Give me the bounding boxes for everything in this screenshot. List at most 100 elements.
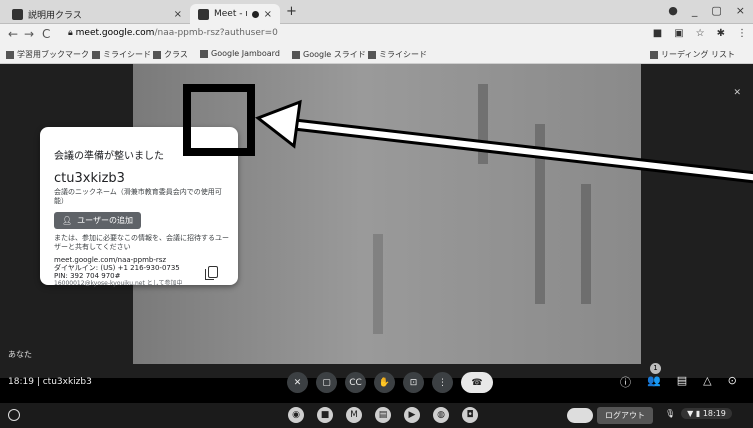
mic-off-indicator-icon: ✕ <box>733 88 741 98</box>
files-app-icon[interactable]: ■ <box>317 407 333 423</box>
address-bar-row: ← → C 🔒︎ meet.google.com/naa-ppmb-rsz?au… <box>0 24 753 46</box>
omnibar-actions: ■ ▣ ☆ ✱ ⋮ <box>653 28 747 39</box>
meet-side-actions: ⓘ 👥 ▤ △ ⊙ <box>620 374 737 390</box>
forward-icon[interactable]: → <box>24 27 34 41</box>
url-host: meet.google.com <box>75 28 155 38</box>
meeting-nickname: 会議のニックネーム（滑兼市教育委員会内での使用可能） <box>54 188 222 205</box>
dial-in: ダイヤルイン: (US) +1 216-930-0735 <box>54 264 180 272</box>
youtube-app-icon[interactable]: ▶ <box>404 407 420 423</box>
reload-icon[interactable]: C <box>42 27 50 41</box>
bookmark-icon <box>292 50 300 59</box>
back-icon[interactable]: ← <box>8 27 18 41</box>
video-feed-detail <box>535 124 545 304</box>
activities-icon[interactable]: △ <box>703 374 711 390</box>
browser-tab-bar: 説明用クラス × Meet - naa-ppmb-rsz × + ● _ ▢ × <box>0 0 753 24</box>
tab-close-icon[interactable]: × <box>264 9 272 20</box>
highlight-frame <box>183 84 255 156</box>
present-button[interactable]: ⊡ <box>403 372 424 393</box>
captions-button[interactable]: CC <box>345 372 366 393</box>
url-field[interactable]: 🔒︎ meet.google.com/naa-ppmb-rsz?authuser… <box>68 28 278 38</box>
add-user-button[interactable]: 👤︎ ユーザーの追加 <box>54 212 141 229</box>
gmail-app-icon[interactable]: M <box>346 407 362 423</box>
raise-hand-button[interactable]: ✋ <box>374 372 395 393</box>
leave-call-button[interactable]: ☎ <box>461 372 493 393</box>
video-feed-detail <box>478 84 488 164</box>
camera-toggle-button[interactable]: ▢ <box>316 372 337 393</box>
more-options-button[interactable]: ⋮ <box>432 372 453 393</box>
bookmarks-bar: 学習用ブックマーク ミライシード クラス Google Jamboard Goo… <box>0 46 753 64</box>
meet-icon <box>198 8 209 20</box>
menu-icon[interactable]: ⋮ <box>737 28 747 39</box>
people-icon[interactable]: 👥 <box>647 374 661 390</box>
participants-count-badge: 1 <box>650 363 661 374</box>
joined-as: 16000012@kyose-kyouiku.net として参加中 <box>54 280 183 287</box>
bookmark-item[interactable]: ミライシード <box>92 49 151 60</box>
bookmark-icon <box>200 49 208 58</box>
cast-icon[interactable]: ▣ <box>674 28 683 39</box>
chromeos-shelf: ◉ ■ M ▤ ▶ ◍ ◘ ログアウト 🎙︎ ▼ ▮ 18:19 <box>0 403 753 428</box>
meeting-link[interactable]: meet.google.com/naa-ppmb-rsz <box>54 256 183 264</box>
maximize-button[interactable]: ▢ <box>711 4 721 17</box>
add-person-icon: 👤︎ <box>62 216 73 225</box>
meet-stage: ✕ あなた 会議の準備が整いました × ctu3xkizb3 会議のニックネーム… <box>0 64 753 378</box>
clock-time: 18:19 <box>8 377 34 387</box>
camera-icon[interactable]: ■ <box>653 28 662 39</box>
join-info: meet.google.com/naa-ppmb-rsz ダイヤルイン: (US… <box>54 256 183 288</box>
add-user-label: ユーザーの追加 <box>77 216 133 225</box>
bookmark-item[interactable]: クラス <box>153 49 188 60</box>
self-label: あなた <box>8 350 32 359</box>
new-tab-button[interactable]: + <box>286 4 297 19</box>
camera-app-icon[interactable]: ◘ <box>462 407 478 423</box>
shelf-apps: ◉ ■ M ▤ ▶ ◍ ◘ <box>288 407 478 423</box>
window-controls: ● _ ▢ × <box>668 4 745 17</box>
video-feed-detail <box>373 234 383 334</box>
info-icon[interactable]: ⓘ <box>620 374 631 390</box>
palette-app-icon[interactable]: ◍ <box>433 407 449 423</box>
video-feed-detail <box>581 184 591 304</box>
meeting-code: ctu3xkizb3 <box>54 171 125 186</box>
bookmark-star-icon[interactable]: ☆ <box>696 28 705 39</box>
copy-icon[interactable] <box>205 266 218 280</box>
reading-list-icon <box>650 50 658 59</box>
bookmark-icon <box>92 50 100 59</box>
bookmark-icon <box>368 50 376 59</box>
tab-meet[interactable]: Meet - naa-ppmb-rsz × <box>190 4 280 24</box>
chrome-app-icon[interactable]: ◉ <box>288 407 304 423</box>
share-instructions: または、参加に必要なこの情報を、会議に招待するユーザーと共有してください <box>54 234 229 251</box>
clock-separator: | <box>36 377 40 387</box>
status-area[interactable]: ▼ ▮ 18:19 <box>681 408 732 419</box>
meeting-clock: 18:19 | ctu3xkizb3 <box>8 377 92 387</box>
bookmark-item[interactable]: Google Jamboard <box>200 49 280 58</box>
card-title: 会議の準備が整いました <box>54 151 164 162</box>
launcher-icon[interactable] <box>8 409 20 421</box>
status-tray[interactable]: 🎙︎ ▼ ▮ 18:19 <box>665 408 732 419</box>
battery-icon: ▮ <box>695 409 701 418</box>
clock-meeting-code: ctu3xkizb3 <box>42 377 92 387</box>
bookmark-item[interactable]: ミライシード <box>368 49 427 60</box>
minimize-button[interactable]: _ <box>692 4 698 17</box>
logout-button[interactable]: ログアウト <box>597 407 653 424</box>
bookmark-icon <box>153 50 161 59</box>
mic-icon: 🎙︎ <box>665 409 676 418</box>
docs-app-icon[interactable]: ▤ <box>375 407 391 423</box>
lock-icon: 🔒︎ <box>68 28 76 38</box>
close-window-button[interactable]: × <box>736 4 745 17</box>
bookmark-item[interactable]: Google スライド <box>292 49 366 60</box>
reading-list[interactable]: リーディング リスト <box>650 49 735 60</box>
tray-time: 18:19 <box>702 409 726 418</box>
tab-close-icon[interactable]: × <box>174 9 182 20</box>
extensions-icon[interactable]: ✱ <box>717 28 725 39</box>
host-controls-icon[interactable]: ⊙ <box>728 374 737 390</box>
tab-class[interactable]: 説明用クラス × <box>4 4 190 24</box>
tab-title: Meet - naa-ppmb-rsz <box>214 9 247 19</box>
classroom-icon <box>12 8 23 20</box>
pin: PIN: 392 704 970# <box>54 272 121 280</box>
mic-toggle-button[interactable]: ✕ <box>287 372 308 393</box>
input-method-icon[interactable] <box>567 408 593 423</box>
url-path: /naa-ppmb-rsz?authuser=0 <box>154 28 278 38</box>
tab-title: 説明用クラス <box>28 10 82 21</box>
chat-icon[interactable]: ▤ <box>677 374 687 390</box>
bookmark-item[interactable]: 学習用ブックマーク <box>6 49 89 60</box>
call-controls: ✕ ▢ CC ✋ ⊡ ⋮ ☎ <box>287 372 493 393</box>
profile-icon[interactable]: ● <box>668 4 678 17</box>
